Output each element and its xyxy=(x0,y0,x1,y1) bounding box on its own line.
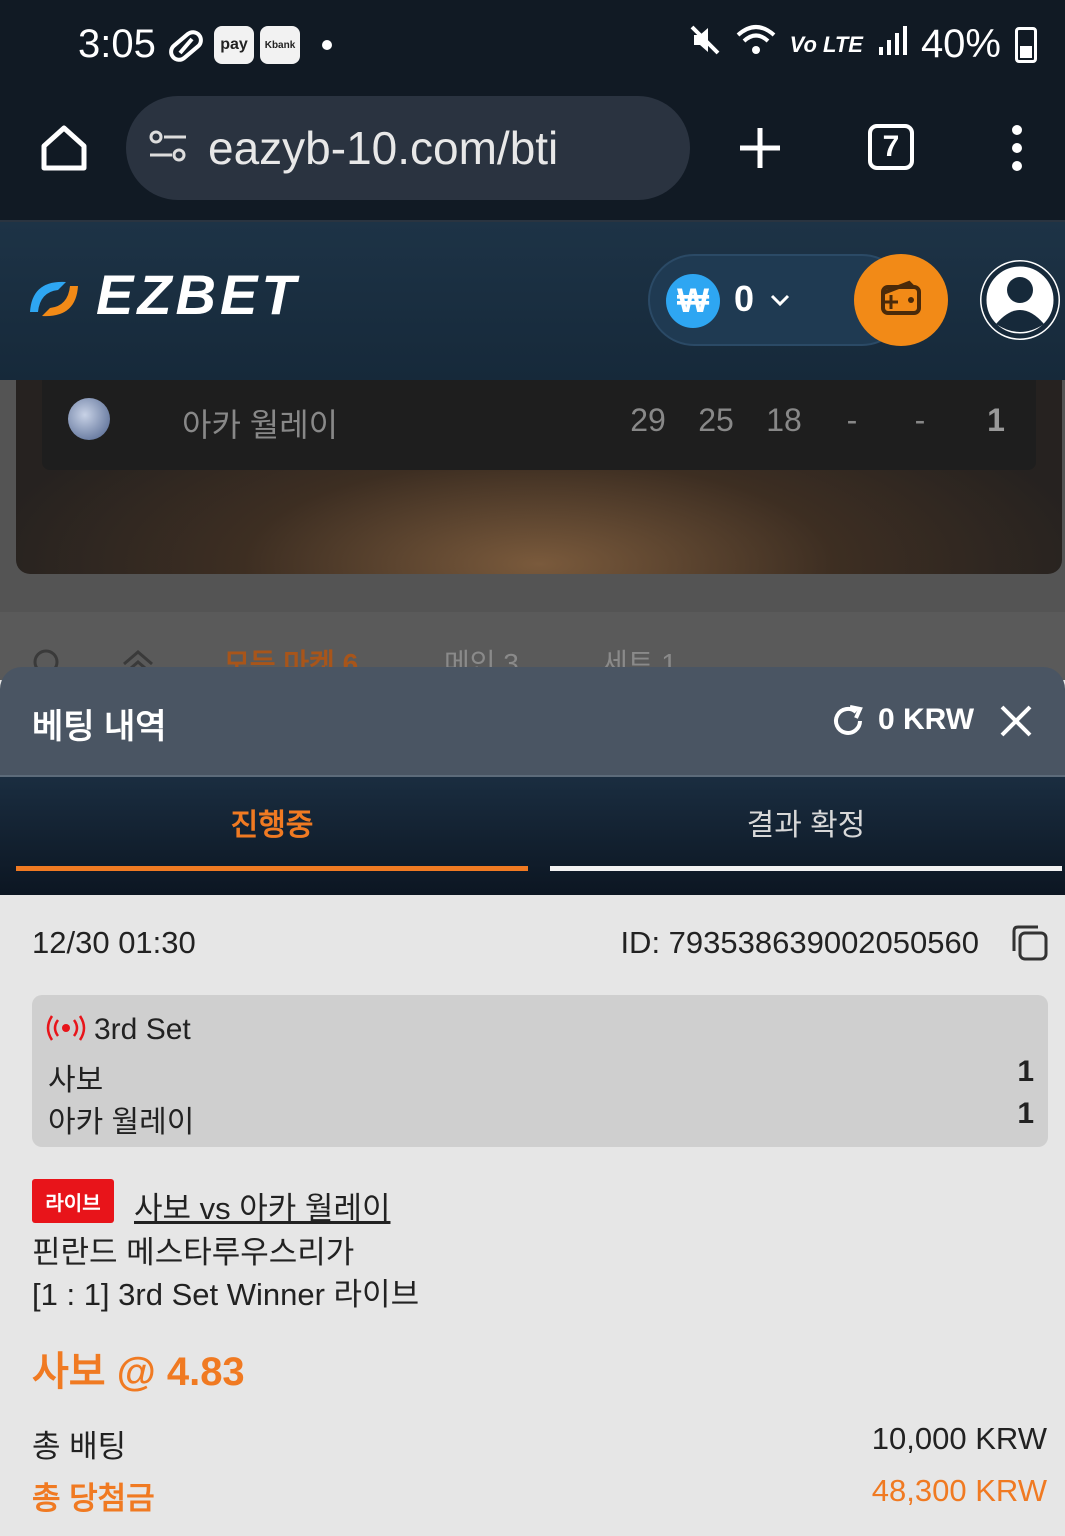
wallet-amount: 0 xyxy=(734,278,755,319)
total-bet-label: 총 배팅 xyxy=(32,1429,127,1464)
battery-percent: 40% xyxy=(920,22,1001,66)
team-name: 사보 xyxy=(48,1064,104,1097)
deposit-button[interactable] xyxy=(854,254,948,346)
tab-switcher-button[interactable]: 7 xyxy=(868,124,914,170)
kbank-app-icon: Kbank xyxy=(260,26,300,64)
team-score: 1 xyxy=(1017,1097,1034,1130)
new-tab-icon[interactable] xyxy=(738,126,782,175)
brand-logo[interactable]: EZBET xyxy=(96,262,300,327)
mute-icon xyxy=(688,22,722,67)
address-bar[interactable]: eazyb-10.com/bti xyxy=(126,96,690,200)
tab-settled[interactable]: 결과 확정 xyxy=(550,777,1062,871)
live-broadcast-icon xyxy=(46,1015,86,1049)
sheet-balance: 0 KRW xyxy=(878,703,975,736)
profile-button[interactable] xyxy=(980,260,1060,340)
browser-toolbar: eazyb-10.com/bti 7 xyxy=(0,90,1065,222)
wallet-icon xyxy=(879,279,923,322)
volleyball-icon xyxy=(68,398,110,440)
sheet-title: 베팅 내역 xyxy=(32,708,167,746)
status-bar: 3:05 pay Kbank Vo LTE 40% xyxy=(0,0,1065,90)
wifi-icon xyxy=(736,22,776,67)
home-icon[interactable] xyxy=(38,122,90,179)
market-name: [1 : 1] 3rd Set Winner 라이브 xyxy=(32,1277,420,1312)
live-badge: 라이브 xyxy=(32,1179,114,1223)
more-menu-icon[interactable] xyxy=(1008,124,1026,177)
bet-selection: 사보 @ 4.83 xyxy=(32,1350,245,1394)
bet-history-sheet-header: 베팅 내역 0 KRW xyxy=(0,667,1065,777)
user-icon xyxy=(980,261,1060,340)
scoreboard-row: 아카 월레이 29 25 18 - - 1 xyxy=(42,380,1036,470)
url-text: eazyb-10.com/bti xyxy=(208,122,559,174)
live-score-box: 3rd Set 사보 1 아카 월레이 1 xyxy=(32,995,1048,1147)
battery-icon xyxy=(1015,26,1037,63)
set-score: - xyxy=(846,402,858,438)
site-header: EZBET ₩ 0 xyxy=(0,222,1065,380)
won-icon: ₩ xyxy=(666,274,720,328)
total-win-value: 48,300 KRW xyxy=(871,1473,1047,1508)
bet-status-tabs: 진행중 결과 확정 xyxy=(0,777,1065,895)
bet-card: 12/30 01:30 ID: 793538639002050560 3rd S… xyxy=(0,895,1065,1536)
team-name: 아카 월레이 xyxy=(48,1106,195,1139)
match-link[interactable]: 사보 vs 아카 월레이 xyxy=(134,1183,390,1228)
refresh-icon[interactable] xyxy=(830,703,866,744)
site-settings-icon[interactable] xyxy=(148,129,188,168)
scoreboard-team: 아카 월레이 xyxy=(182,407,339,443)
copy-icon[interactable] xyxy=(1010,923,1050,968)
bet-id: ID: 793538639002050560 xyxy=(620,925,979,960)
tab-in-progress[interactable]: 진행중 xyxy=(16,777,528,871)
team-score: 1 xyxy=(1017,1055,1034,1088)
volte-icon: Vo LTE xyxy=(789,31,863,57)
pay-app-icon: pay xyxy=(214,26,254,64)
set-score: 29 xyxy=(630,402,666,438)
logo-icon[interactable] xyxy=(22,272,86,331)
chevron-down-icon xyxy=(770,294,790,313)
live-period: 3rd Set xyxy=(94,1013,191,1046)
match-panel-background: 아카 월레이 29 25 18 - - 1 모든 마켓 6 메인 3 세트 1 xyxy=(0,380,1065,680)
set-score: - xyxy=(914,402,926,438)
signal-icon xyxy=(877,22,907,67)
league-name: 핀란드 메스타루우스리가 xyxy=(32,1235,355,1270)
clock: 3:05 xyxy=(78,22,156,66)
set-score: 18 xyxy=(766,402,802,438)
total-win-label: 총 당첨금 xyxy=(32,1481,155,1516)
total-score: 1 xyxy=(987,402,1005,438)
set-score: 25 xyxy=(698,402,734,438)
bet-date: 12/30 01:30 xyxy=(32,925,196,960)
notification-dot-icon xyxy=(322,40,332,50)
scoreboard-card: 아카 월레이 29 25 18 - - 1 xyxy=(16,380,1062,574)
total-bet-value: 10,000 KRW xyxy=(871,1421,1047,1456)
close-icon[interactable] xyxy=(996,701,1036,746)
pill-icon xyxy=(166,28,206,69)
